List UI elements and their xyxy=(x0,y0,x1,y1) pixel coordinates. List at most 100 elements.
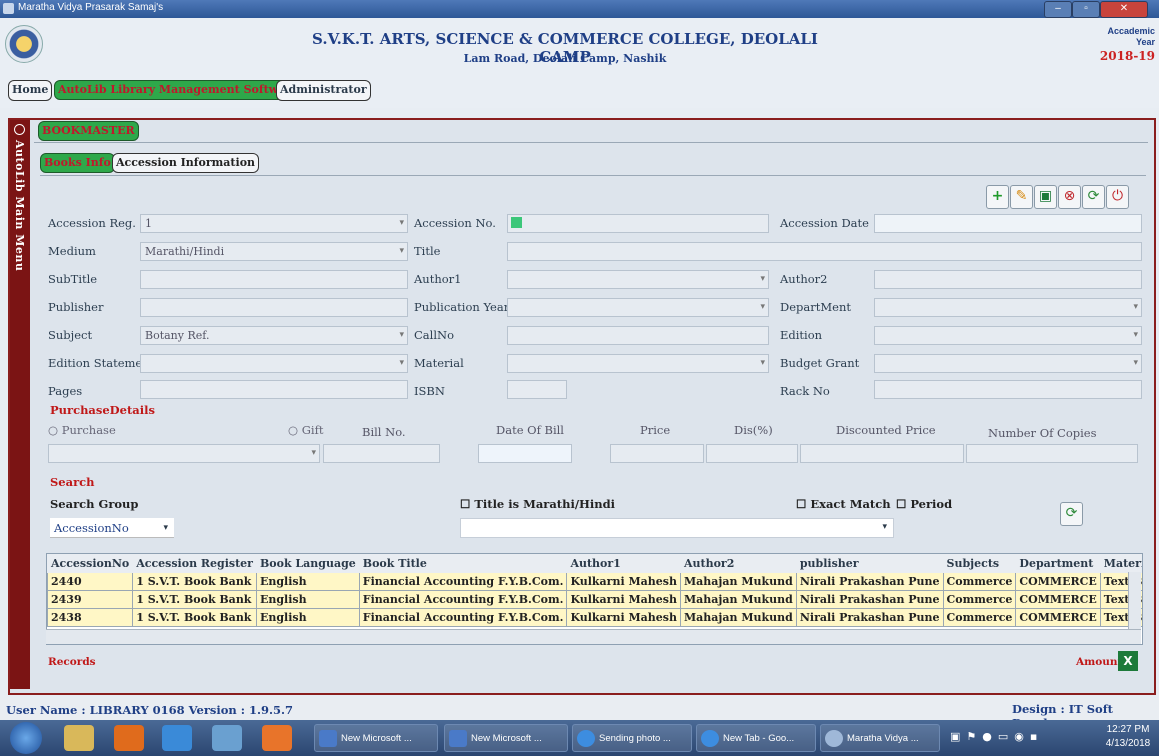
medium-select[interactable]: Marathi/Hindi xyxy=(140,242,408,261)
table-vertical-scrollbar[interactable] xyxy=(1128,572,1141,629)
callno-label: CallNo xyxy=(414,328,454,342)
taskbar-item-chrome-2[interactable]: New Tab - Goo... xyxy=(696,724,816,752)
callno-input[interactable] xyxy=(507,326,769,345)
budget-grant-label: Budget Grant xyxy=(780,356,860,370)
department-select[interactable] xyxy=(874,298,1142,317)
file-explorer-icon[interactable] xyxy=(64,725,94,751)
close-window-button[interactable]: ✕ xyxy=(1100,1,1148,18)
column-header[interactable]: Book Language xyxy=(255,554,360,573)
table-row[interactable]: 2438 1 S.V.T. Book Bank English Financial A… xyxy=(47,608,1142,627)
search-group-select[interactable]: AccessionNo ▾ xyxy=(50,518,174,538)
user-app-icon[interactable] xyxy=(212,725,242,751)
tab-books-info[interactable]: Books Info xyxy=(40,153,115,173)
accession-reg-select[interactable]: 1 xyxy=(140,214,408,233)
app-icon xyxy=(825,730,843,747)
column-header[interactable]: AccessionNo xyxy=(47,554,134,573)
period-checkbox[interactable]: ☐ Period xyxy=(896,497,952,511)
budget-grant-select[interactable] xyxy=(874,354,1142,373)
discounted-price-label: Discounted Price xyxy=(836,423,936,437)
discount-input[interactable] xyxy=(706,444,798,463)
academic-year-value: 2018-19 xyxy=(1099,49,1155,63)
bookmaster-tab[interactable]: BOOKMASTER xyxy=(38,121,139,141)
accession-date-label: Accession Date xyxy=(780,216,869,230)
number-of-copies-input[interactable] xyxy=(966,444,1138,463)
column-header[interactable]: Department xyxy=(1015,554,1101,573)
publication-year-select[interactable] xyxy=(507,298,769,317)
main-menu-sidebar[interactable]: AutoLib Main Menu xyxy=(10,120,30,689)
date-of-bill-picker[interactable] xyxy=(478,444,572,463)
column-header[interactable]: Accession Register xyxy=(132,554,257,573)
price-input[interactable] xyxy=(610,444,704,463)
column-header[interactable]: Author1 xyxy=(566,554,681,573)
edition-select[interactable] xyxy=(874,326,1142,345)
rack-no-input[interactable] xyxy=(874,380,1142,399)
table-row[interactable]: 2440 1 S.V.T. Book Bank English Financial A… xyxy=(47,572,1142,591)
purchase-radio[interactable]: ○ Purchase xyxy=(48,423,116,437)
taskbar-item-maratha-vidya[interactable]: Maratha Vidya ... xyxy=(820,724,940,752)
column-header[interactable]: Book Title xyxy=(358,554,568,573)
search-group-label: Search Group xyxy=(50,497,139,511)
excel-export-icon[interactable]: X xyxy=(1118,651,1138,671)
firefox-icon[interactable] xyxy=(262,725,292,751)
table-cell: Mahajan Mukund xyxy=(679,572,797,591)
column-header[interactable]: Author2 xyxy=(679,554,797,573)
column-header[interactable]: publisher xyxy=(795,554,944,573)
accession-no-input[interactable] xyxy=(507,214,769,233)
cancel-icon[interactable]: ⊗ xyxy=(1058,185,1081,209)
search-refresh-icon[interactable]: ⟳ xyxy=(1060,502,1083,526)
refresh-icon[interactable]: ⟳ xyxy=(1082,185,1105,209)
author1-select[interactable] xyxy=(507,270,769,289)
nav-administrator-tab[interactable]: Administrator xyxy=(276,80,371,101)
discounted-price-input[interactable] xyxy=(800,444,964,463)
power-exit-icon[interactable]: ⏻ xyxy=(1106,185,1129,209)
taskbar-item-word-1[interactable]: New Microsoft ... xyxy=(314,724,438,752)
publisher-input[interactable] xyxy=(140,298,408,317)
tab-accession-information[interactable]: Accession Information xyxy=(112,153,260,173)
subject-select[interactable]: Botany Ref. xyxy=(140,326,408,345)
edit-icon[interactable]: ✎ xyxy=(1010,185,1033,209)
nav-home-tab[interactable]: Home xyxy=(8,80,53,101)
user-version-info: User Name : LIBRARY 0168 Version : 1.9.5… xyxy=(6,703,294,717)
taskbar-item-word-2[interactable]: New Microsoft ... xyxy=(444,724,568,752)
save-icon[interactable]: ▣ xyxy=(1034,185,1057,209)
title-input[interactable] xyxy=(507,242,1142,261)
edition-statement-select[interactable] xyxy=(140,354,408,373)
material-select[interactable] xyxy=(507,354,769,373)
table-horizontal-scrollbar[interactable] xyxy=(46,629,1141,644)
gift-radio[interactable]: ○ Gift xyxy=(288,423,323,437)
system-tray-icons[interactable]: ▣⚑●▭◉▪ xyxy=(950,730,1040,746)
start-button-icon[interactable] xyxy=(10,722,42,754)
subtitle-input[interactable] xyxy=(140,270,408,289)
exact-match-checkbox[interactable]: ☐ Exact Match xyxy=(796,497,891,511)
accession-date-input[interactable] xyxy=(874,214,1142,233)
purchase-radio-label: Purchase xyxy=(61,423,116,437)
table-cell: 1 S.V.T. Book Bank xyxy=(132,608,257,627)
nav-autolib-tab[interactable]: AutoLib Library Management Software xyxy=(54,80,303,100)
table-cell: Commerce xyxy=(942,608,1017,627)
table-row[interactable]: 2439 1 S.V.T. Book Bank English Financial A… xyxy=(47,590,1142,609)
search-input[interactable]: ▾ xyxy=(460,518,894,538)
menu-toggle-icon[interactable] xyxy=(14,124,25,135)
maximize-button[interactable]: ▫ xyxy=(1072,1,1100,18)
author2-input[interactable] xyxy=(874,270,1142,289)
column-header[interactable]: Subjects xyxy=(942,554,1017,573)
accession-no-label: Accession No. xyxy=(414,216,496,230)
marathi-title-label: Title is Marathi/Hindi xyxy=(474,497,616,511)
books-table-body: AccessionNo Accession Register Book Langua… xyxy=(47,554,1142,627)
taskbar-item-chrome-1[interactable]: Sending photo ... xyxy=(572,724,692,752)
column-header[interactable]: Material Type xyxy=(1099,554,1142,573)
table-cell: 1 S.V.T. Book Bank xyxy=(132,572,257,591)
table-cell: Mahajan Mukund xyxy=(679,608,797,627)
internet-explorer-icon[interactable] xyxy=(162,725,192,751)
media-player-icon[interactable] xyxy=(114,725,144,751)
purchase-vendor-select[interactable] xyxy=(48,444,320,463)
minimize-button[interactable]: – xyxy=(1044,1,1072,18)
marathi-title-checkbox[interactable]: ☐ Title is Marathi/Hindi xyxy=(460,497,615,511)
search-group-value: AccessionNo xyxy=(54,521,129,535)
table-cell: Financial Accounting F.Y.B.Com. xyxy=(358,608,568,627)
pages-input[interactable] xyxy=(140,380,408,399)
add-icon[interactable]: + xyxy=(986,185,1009,209)
bill-no-input[interactable] xyxy=(323,444,440,463)
isbn-input[interactable] xyxy=(507,380,567,399)
table-cell: 1 S.V.T. Book Bank xyxy=(132,590,257,609)
